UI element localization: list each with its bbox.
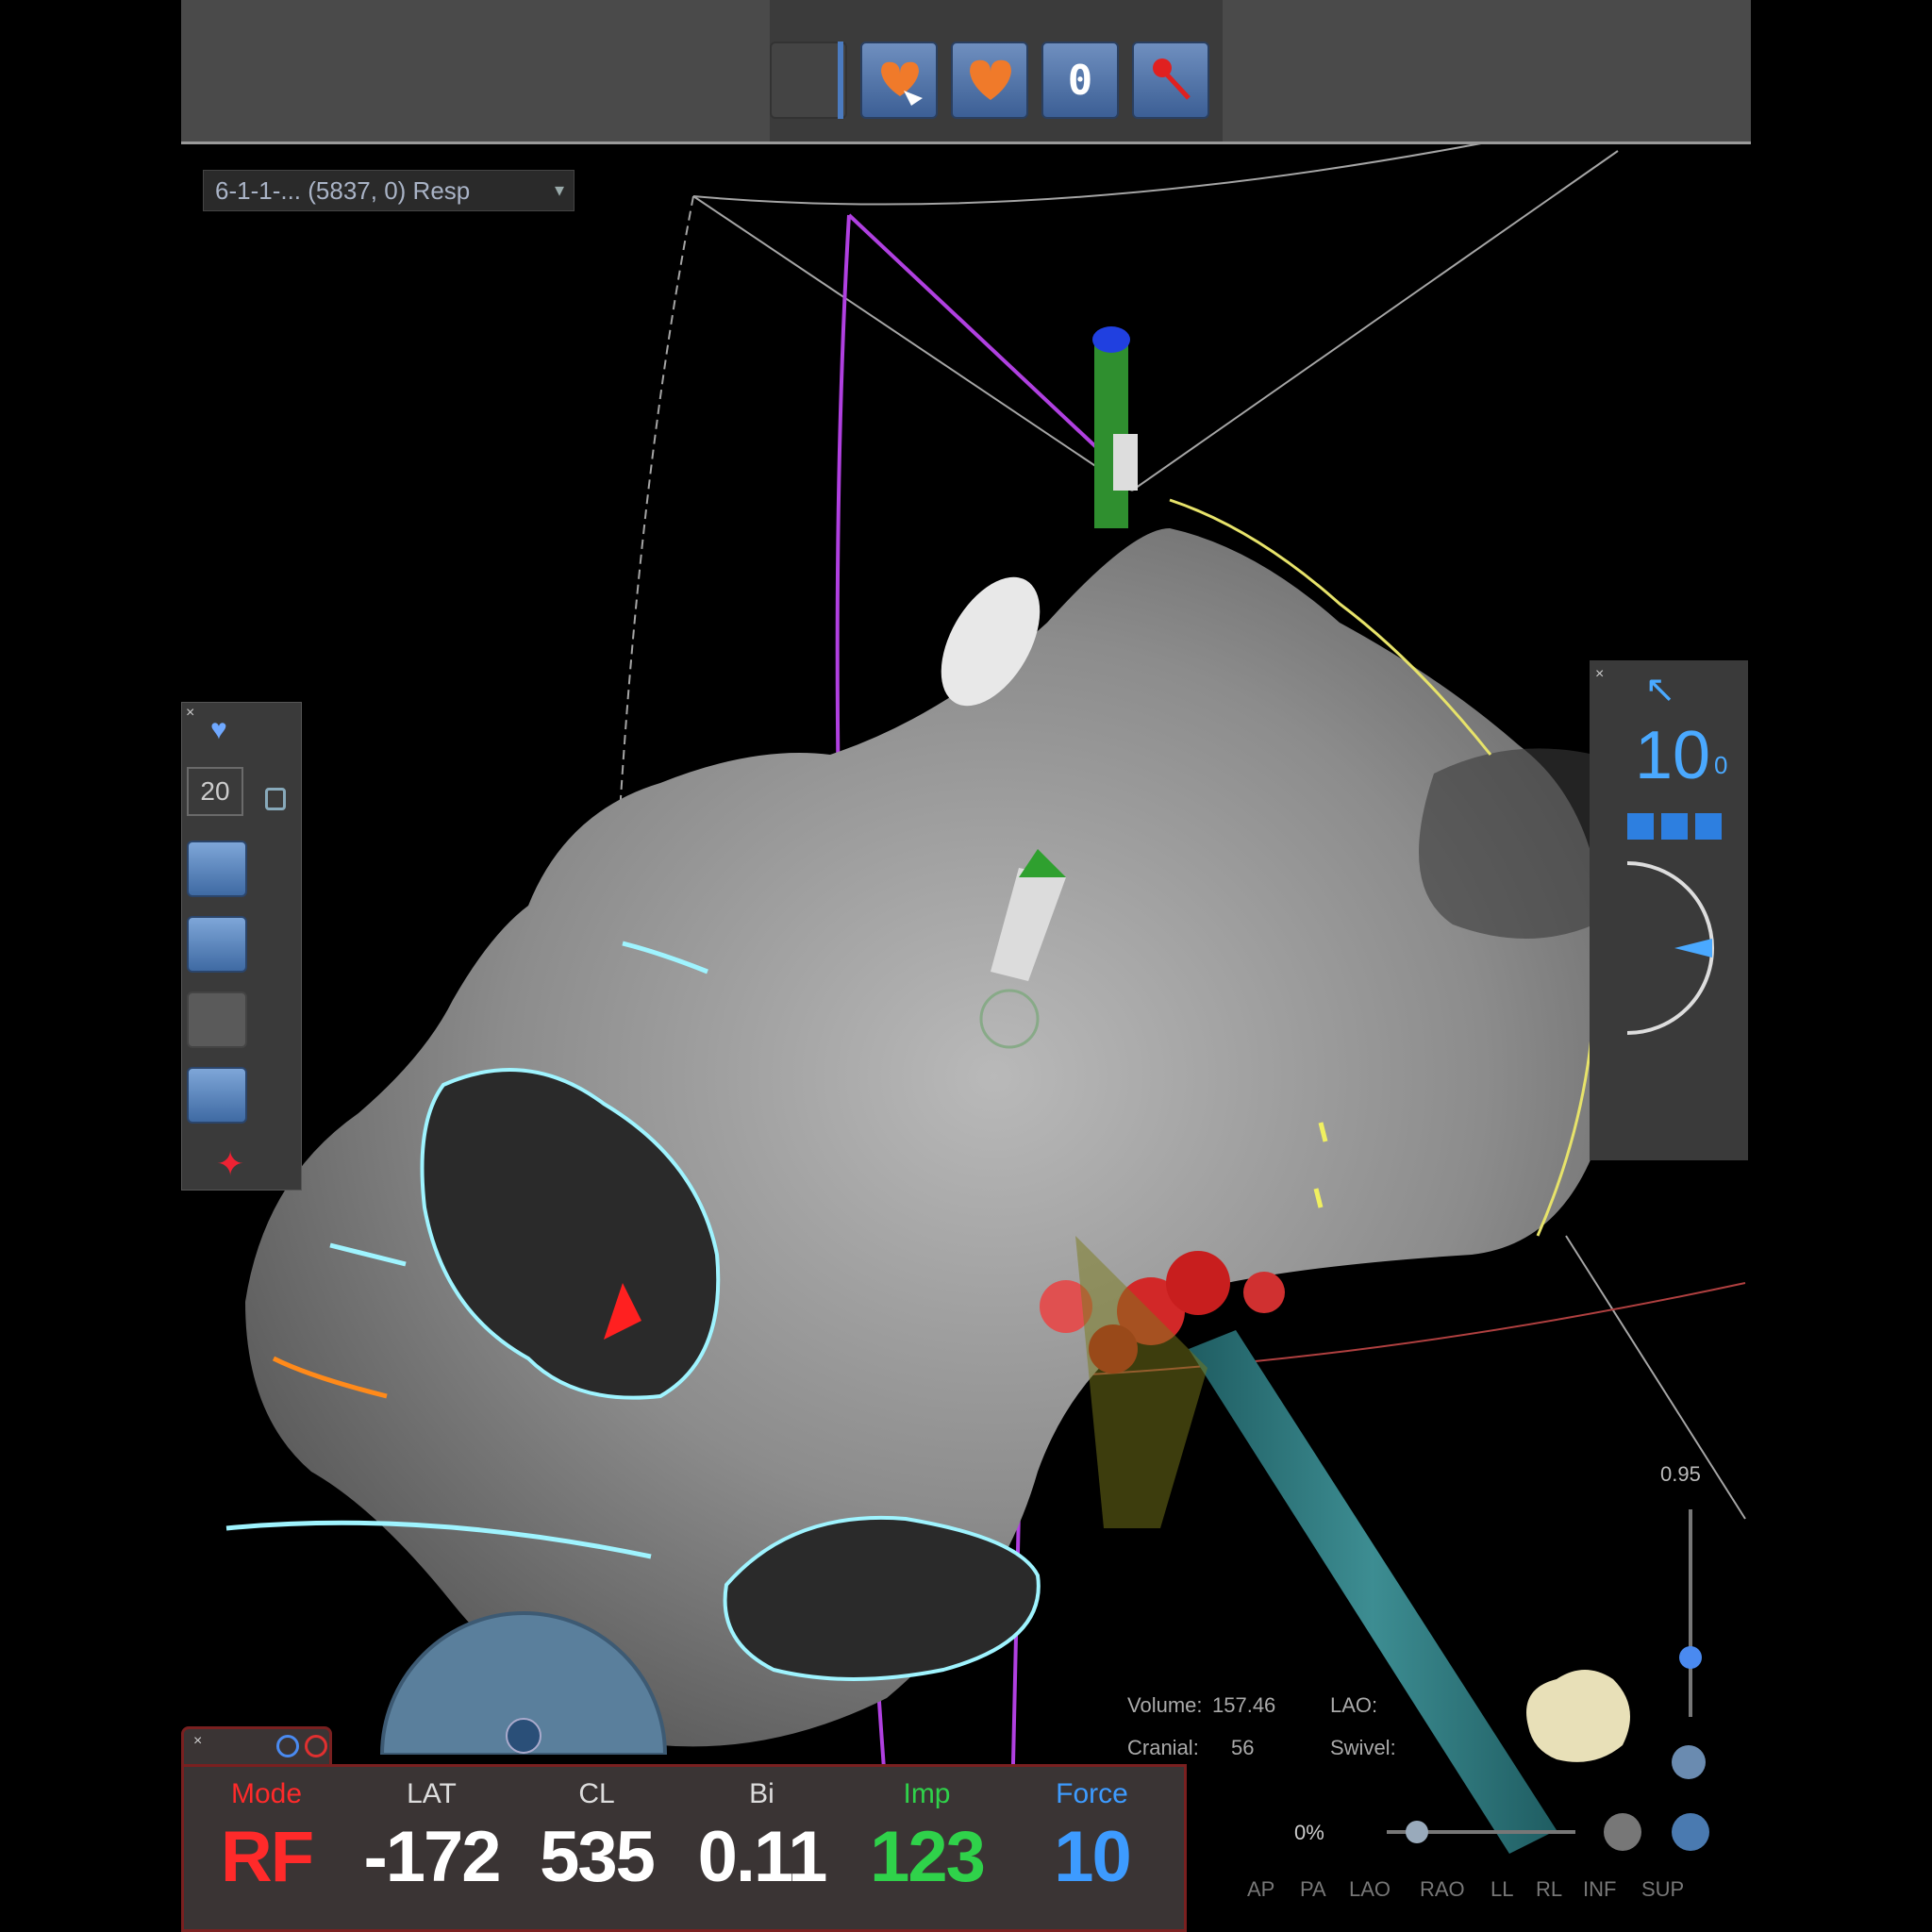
close-icon[interactable]: × xyxy=(186,705,194,722)
volume-value: 157.46 xyxy=(1212,1693,1276,1717)
right-camera-panel: × ↖ 10 0 xyxy=(1590,660,1748,1160)
imp-value: 123 xyxy=(870,1817,986,1897)
dataset-label: 6-1-1-... (5837, 0) Resp xyxy=(215,176,471,205)
disabled-tool-icon[interactable] xyxy=(187,991,247,1048)
lat-value: -172 xyxy=(363,1817,501,1897)
view-sup[interactable]: SUP xyxy=(1641,1877,1684,1902)
pin-icon xyxy=(1153,58,1191,100)
imp-label: Imp xyxy=(903,1778,951,1809)
mode-value: RF xyxy=(220,1817,314,1897)
info-panel-tab[interactable]: × xyxy=(181,1726,332,1764)
heart-export-icon xyxy=(881,61,923,106)
bi-value: 0.11 xyxy=(697,1817,828,1897)
view-ap[interactable]: AP xyxy=(1247,1877,1274,1902)
stop-icon[interactable] xyxy=(305,1735,327,1757)
heart-shell-icon[interactable] xyxy=(951,42,1028,119)
projection-value: 10 xyxy=(1635,718,1711,793)
heart-export-icon[interactable] xyxy=(860,42,938,119)
reset-view-icon[interactable] xyxy=(1672,1813,1709,1851)
view-inf[interactable]: INF xyxy=(1583,1877,1616,1902)
dataset-dropdown[interactable]: 6-1-1-... (5837, 0) Resp ▾ xyxy=(203,170,575,211)
chevron-down-icon: ▾ xyxy=(554,180,564,201)
layers-icon[interactable] xyxy=(187,841,247,897)
record-icon[interactable] xyxy=(770,42,847,119)
mode-label: Mode xyxy=(230,1778,303,1809)
clear-icon[interactable]: ✦ xyxy=(216,1144,244,1184)
projection-unit: 0 xyxy=(1714,751,1728,779)
view-rl[interactable]: RL xyxy=(1536,1877,1562,1902)
globe-icon[interactable] xyxy=(1604,1813,1641,1851)
lat-label: LAT xyxy=(407,1778,457,1809)
camera-icon[interactable] xyxy=(1672,1745,1706,1779)
heart-arrow-icon[interactable] xyxy=(187,916,247,973)
view-rao[interactable]: RAO xyxy=(1420,1877,1465,1902)
cl-label: CL xyxy=(578,1778,615,1809)
catheter-info-panel: Mode RF LAT -172 CL 535 Bi 0.11 Imp 123 … xyxy=(181,1764,1187,1932)
filter-heart-icon[interactable]: ♥ xyxy=(210,714,248,748)
lock-icon[interactable] xyxy=(265,788,286,810)
force-value: 10 xyxy=(1054,1817,1132,1897)
opacity-slider-thumb[interactable] xyxy=(1406,1821,1428,1843)
view-pa[interactable]: PA xyxy=(1300,1877,1326,1902)
swivel-label: Swivel: xyxy=(1330,1736,1396,1759)
transparency-value: 0.95 xyxy=(1660,1462,1701,1486)
cranial-value: 56 xyxy=(1231,1736,1255,1759)
tool-dial[interactable] xyxy=(377,1594,670,1755)
cl-value: 535 xyxy=(540,1817,656,1897)
zero-icon: 0 xyxy=(1067,57,1093,105)
pin-icon[interactable] xyxy=(1132,42,1209,119)
point-size-field[interactable]: 20 xyxy=(187,767,243,816)
view-square-icon[interactable] xyxy=(1695,813,1722,840)
toolbar-button-group: 0 xyxy=(770,0,1223,142)
cranial-label: Cranial: xyxy=(1127,1736,1199,1759)
heart-map-icon[interactable] xyxy=(187,1067,247,1124)
view-square-icon[interactable] xyxy=(1627,813,1654,840)
orientation-heart-icon[interactable] xyxy=(1509,1651,1651,1774)
close-icon[interactable]: × xyxy=(193,1733,202,1750)
mesh-shadow xyxy=(1419,748,1594,939)
settings-icon[interactable] xyxy=(276,1735,299,1757)
view-ll[interactable]: LL xyxy=(1491,1877,1513,1902)
force-label: Force xyxy=(1056,1778,1128,1809)
sheath-catheter xyxy=(1189,1330,1557,1854)
bi-label: Bi xyxy=(749,1778,774,1809)
view-square-icon[interactable] xyxy=(1661,813,1688,840)
transparency-slider-track[interactable] xyxy=(1689,1509,1692,1717)
view-lao[interactable]: LAO xyxy=(1349,1877,1391,1902)
lao-label: LAO: xyxy=(1330,1693,1378,1717)
transparency-slider-thumb[interactable] xyxy=(1679,1646,1702,1669)
volume-label: Volume: xyxy=(1127,1693,1203,1717)
heart-shell-icon xyxy=(970,59,1011,100)
zero-button[interactable]: 0 xyxy=(1041,42,1119,119)
opacity-label: 0% xyxy=(1294,1821,1324,1844)
close-icon[interactable]: × xyxy=(1595,666,1604,683)
cursor-arrow-icon[interactable]: ↖ xyxy=(1644,668,1676,711)
left-tool-panel: × ♥ 20 ✦ xyxy=(181,702,302,1191)
toolbar-divider xyxy=(838,42,843,119)
compass-dial-icon[interactable] xyxy=(1618,858,1731,1038)
